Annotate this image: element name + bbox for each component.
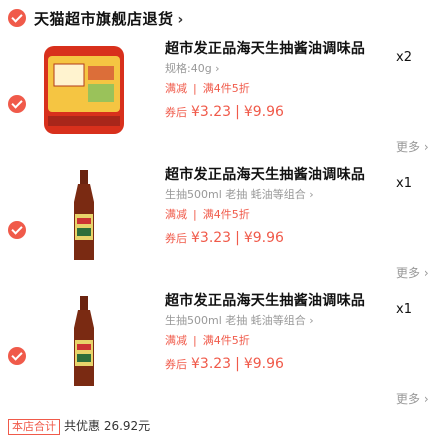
item-select-checkbox[interactable] (8, 221, 26, 239)
product-bottle-icon (74, 170, 94, 260)
more-button[interactable]: 更多 › (396, 264, 429, 281)
item-select-checkbox[interactable] (8, 95, 26, 113)
more-button[interactable]: 更多 › (396, 390, 429, 407)
cart-item: 超市发正品海天生抽酱油调味品 规格:40g › 满减 | 满4件5折 券后 ¥3.23… (0, 40, 434, 168)
item-info: 超市发正品海天生抽酱油调味品 生抽500ml 老抽 蚝油等组合 › 满减 | 满4件… (165, 292, 385, 374)
item-promo: 满减 | 满4件5折 (165, 82, 250, 95)
promo-multi-buy: 满4件5折 (202, 334, 250, 347)
item-title[interactable]: 超市发正品海天生抽酱油调味品 (165, 40, 385, 58)
store-total: 本店合计 共优惠 26.92元 (8, 417, 150, 435)
store-total-tag: 本店合计 (8, 419, 60, 435)
more-button[interactable]: 更多 › (396, 138, 429, 155)
item-quantity[interactable]: x1 (396, 176, 412, 191)
price-prefix: 券后 (165, 358, 187, 371)
price-original: ¥9.96 (243, 104, 284, 120)
price-prefix: 券后 (165, 106, 187, 119)
store-total-text: 共优惠 26.92元 (64, 419, 151, 433)
price-after-coupon: ¥3.23 (191, 230, 232, 246)
product-thumbnail[interactable] (36, 40, 132, 140)
item-price: 券后 ¥3.23 | ¥9.96 (165, 104, 284, 120)
promo-multi-buy: 满4件5折 (202, 82, 250, 95)
store-name[interactable]: 天猫超市旗舰店退货 › (34, 8, 184, 29)
product-thumbnail[interactable] (36, 292, 132, 392)
promo-discount: 满减 (165, 334, 187, 347)
promo-multi-buy: 满4件5折 (202, 208, 250, 221)
price-after-coupon: ¥3.23 (191, 356, 232, 372)
price-prefix: 券后 (165, 232, 187, 245)
item-quantity[interactable]: x1 (396, 302, 412, 317)
item-promo: 满减 | 满4件5折 (165, 208, 250, 221)
item-quantity[interactable]: x2 (396, 50, 412, 65)
item-info: 超市发正品海天生抽酱油调味品 生抽500ml 老抽 蚝油等组合 › 满减 | 满4件… (165, 166, 385, 248)
chevron-right-icon: › (177, 12, 184, 28)
product-jar-icon (44, 46, 124, 134)
item-price: 券后 ¥3.23 | ¥9.96 (165, 230, 284, 246)
store-header: 天猫超市旗舰店退货 › (0, 0, 434, 36)
item-select-checkbox[interactable] (8, 347, 26, 365)
cart-item: 超市发正品海天生抽酱油调味品 生抽500ml 老抽 蚝油等组合 › 满减 | 满4件… (0, 292, 434, 420)
item-promo: 满减 | 满4件5折 (165, 334, 250, 347)
item-spec[interactable]: 生抽500ml 老抽 蚝油等组合 › (165, 313, 385, 329)
product-bottle-icon (74, 296, 94, 386)
item-info: 超市发正品海天生抽酱油调味品 规格:40g › 满减 | 满4件5折 券后 ¥3.23… (165, 40, 385, 122)
store-select-checkbox[interactable] (8, 9, 26, 27)
item-title[interactable]: 超市发正品海天生抽酱油调味品 (165, 166, 385, 184)
cart-item: 超市发正品海天生抽酱油调味品 生抽500ml 老抽 蚝油等组合 › 满减 | 满4件… (0, 166, 434, 294)
item-title[interactable]: 超市发正品海天生抽酱油调味品 (165, 292, 385, 310)
item-spec[interactable]: 生抽500ml 老抽 蚝油等组合 › (165, 187, 385, 203)
product-thumbnail[interactable] (36, 166, 132, 266)
item-spec[interactable]: 规格:40g › (165, 61, 385, 77)
store-name-label: 天猫超市旗舰店退货 (34, 10, 174, 28)
price-original: ¥9.96 (243, 230, 284, 246)
price-original: ¥9.96 (243, 356, 284, 372)
price-after-coupon: ¥3.23 (191, 104, 232, 120)
promo-discount: 满减 (165, 82, 187, 95)
item-price: 券后 ¥3.23 | ¥9.96 (165, 356, 284, 372)
promo-discount: 满减 (165, 208, 187, 221)
